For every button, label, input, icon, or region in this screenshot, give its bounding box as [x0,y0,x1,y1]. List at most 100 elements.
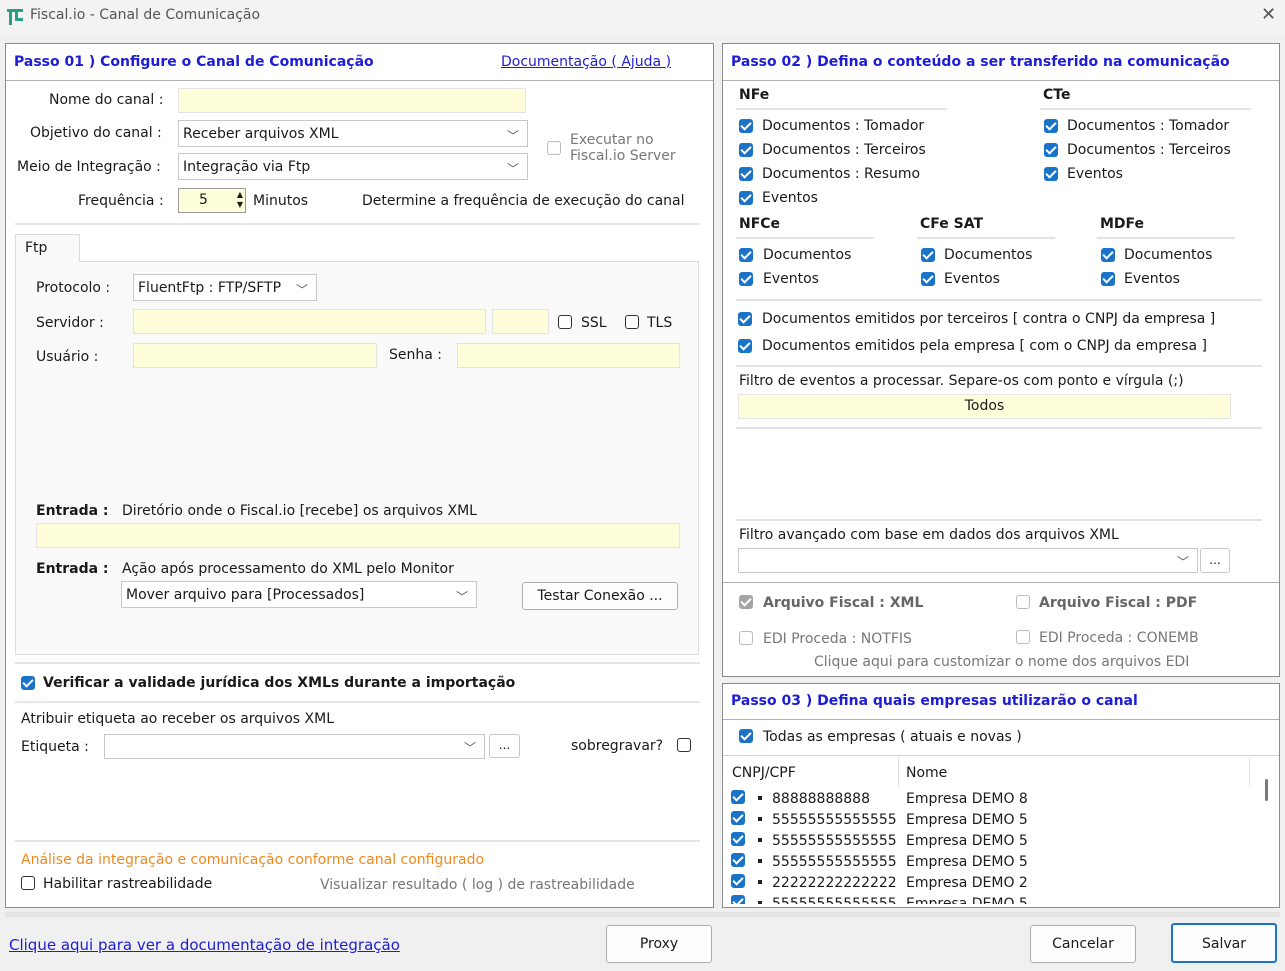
row-checkbox[interactable] [731,853,745,867]
nfce-eventos-checkbox[interactable] [739,272,753,286]
arq-pdf-checkbox[interactable] [1016,595,1030,609]
testar-conexao-button[interactable]: Testar Conexão ... [522,582,678,610]
edi-notfis-checkbox[interactable] [739,631,753,645]
table-row[interactable]: 55555555555555 Empresa DEMO 5 [723,807,1263,828]
cancel-button[interactable]: Cancelar [1030,925,1136,963]
ellipsis-label: ... [498,738,511,752]
row-checkbox[interactable] [731,790,745,804]
protocolo-select[interactable]: FluentFtp : FTP/SFTP ﹀ [133,274,317,301]
row-checkbox[interactable] [731,895,745,904]
filtro-eventos-input[interactable]: Todos [738,394,1231,419]
ssl-checkbox[interactable] [558,315,572,329]
mdfe-eventos-label: Eventos [1124,271,1180,287]
nfce-documentos-checkbox[interactable] [739,248,753,262]
tls-checkbox[interactable] [625,315,639,329]
visualizar-link[interactable]: Visualizar resultado ( log ) de rastreab… [320,877,635,893]
freq-label: Frequência : [78,193,164,209]
divider [1097,237,1235,239]
nfe-item-checkbox[interactable] [739,167,753,181]
col-nome-header: Nome [906,765,948,781]
row-cnpj: 55555555555555 [772,854,897,870]
entrada-dir-input[interactable] [36,523,680,548]
tab-ftp[interactable]: Ftp [15,234,80,262]
table-row[interactable]: 88888888888 Empresa DEMO 8 [723,786,1263,807]
entrada-dir-text: Diretório onde o Fiscal.io [recebe] os a… [122,503,477,519]
meio-select[interactable]: Integração via Ftp ﹀ [178,153,528,180]
nfe-item-checkbox[interactable] [739,143,753,157]
cte-item-checkbox[interactable] [1044,143,1058,157]
nfce-eventos-label: Eventos [763,271,819,287]
verificar-checkbox[interactable] [21,676,35,690]
col-cnpj-header: CNPJ/CPF [732,765,796,781]
cfe-eventos-checkbox[interactable] [921,272,935,286]
stepper-down-icon[interactable]: ▼ [237,200,243,209]
row-cnpj: 88888888888 [772,791,870,807]
ellipsis-label: ... [1209,553,1221,567]
mdfe-documentos-checkbox[interactable] [1101,248,1115,262]
scrollbar-thumb[interactable] [1265,779,1268,801]
row-checkbox[interactable] [731,832,745,846]
cfe-documentos-label: Documentos [944,247,1033,263]
freq-unit: Minutos [253,193,309,209]
edi-conemb-checkbox[interactable] [1016,630,1030,644]
bullet-icon [758,901,762,904]
proxy-button[interactable]: Proxy [606,925,712,963]
usuario-input[interactable] [133,343,377,368]
objetivo-select[interactable]: Receber arquivos XML ﹀ [178,120,528,147]
cte-item-checkbox[interactable] [1044,119,1058,133]
cfe-documentos-checkbox[interactable] [921,248,935,262]
row-checkbox[interactable] [731,811,745,825]
edi-conemb-label: EDI Proceda : CONEMB [1039,630,1199,646]
nfe-item-checkbox[interactable] [739,191,753,205]
bullet-icon [758,859,762,863]
nfce-documentos-label: Documentos [763,247,852,263]
ssl-label: SSL [581,315,607,331]
mdfe-eventos-checkbox[interactable] [1101,272,1115,286]
divider [15,223,700,225]
nome-input[interactable] [178,88,526,113]
edi-custom-link[interactable]: Clique aqui para customizar o nome dos a… [814,654,1189,670]
habilitar-label: Habilitar rastreabilidade [43,876,213,892]
etiqueta-browse-button[interactable]: ... [489,734,520,758]
etiqueta-select[interactable]: ﹀ [104,734,485,759]
table-row[interactable]: 55555555555555 Empresa DEMO 5 [723,891,1263,904]
tab-ftp-label: Ftp [25,240,48,256]
column-divider [898,757,899,787]
filtro-avancado-select[interactable]: ﹀ [738,548,1198,573]
cte-item-checkbox[interactable] [1044,167,1058,181]
filtro-avancado-browse-button[interactable]: ... [1200,548,1230,573]
close-icon[interactable]: ✕ [1261,4,1276,25]
etiqueta-label: Etiqueta : [21,739,89,755]
acao-select[interactable]: Mover arquivo para [Processados] ﹀ [121,581,477,608]
footer-sep [5,912,1280,917]
divider [736,427,1262,429]
porta-input[interactable] [492,309,549,334]
emit-terceiros-checkbox[interactable] [738,312,752,326]
stepper-up-icon[interactable]: ▲ [237,190,243,199]
senha-input[interactable] [457,343,680,368]
sobregravar-checkbox[interactable] [677,738,691,752]
chevron-down-icon: ﹀ [295,283,308,297]
emit-empresa-checkbox[interactable] [738,339,752,353]
filtro-eventos-label: Filtro de eventos a processar. Separe-os… [739,373,1184,389]
habilitar-checkbox[interactable] [21,876,35,890]
executar-checkbox[interactable] [547,141,561,155]
help-link[interactable]: Documentação ( Ajuda ) [501,54,671,70]
entrada-acao-label: Entrada : [36,561,109,577]
servidor-input[interactable] [133,309,486,334]
step2-section-sep [723,582,1279,583]
arq-xml-checkbox[interactable] [739,595,753,609]
todas-empresas-checkbox[interactable] [739,729,753,743]
nfe-item-checkbox[interactable] [739,119,753,133]
nome-label: Nome do canal : [49,92,164,108]
row-checkbox[interactable] [731,874,745,888]
table-row[interactable]: 22222222222222 Empresa DEMO 2 [723,870,1263,891]
edi-notfis-label: EDI Proceda : NOTFIS [763,631,912,647]
analise-label: Análise da integração e comunicação conf… [21,852,485,868]
doc-integracao-link[interactable]: Clique aqui para ver a documentação de i… [9,936,400,954]
save-button[interactable]: Salvar [1171,923,1277,963]
table-row[interactable]: 55555555555555 Empresa DEMO 5 [723,828,1263,849]
chevron-down-icon: ﹀ [1176,555,1189,569]
freq-stepper[interactable]: 5 ▲ ▼ [178,188,246,213]
table-row[interactable]: 55555555555555 Empresa DEMO 5 [723,849,1263,870]
